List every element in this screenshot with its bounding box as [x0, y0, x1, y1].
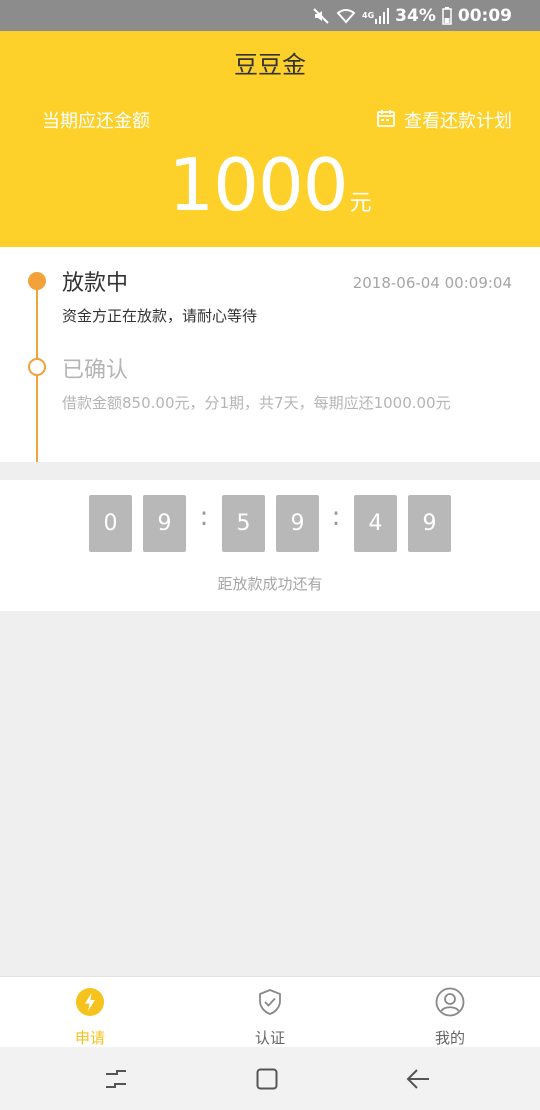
battery-icon: [442, 6, 452, 25]
clock: 00:09: [457, 5, 512, 26]
nav-tab-mine[interactable]: 我的: [360, 977, 540, 1048]
countdown-timer: 0 9 : 5 9 : 4 9 距放款成功还有: [0, 480, 540, 611]
home-icon[interactable]: [251, 1063, 283, 1095]
countdown-digit: 9: [143, 495, 186, 552]
recents-icon[interactable]: [100, 1063, 132, 1095]
shield-check-icon: [255, 987, 285, 1021]
bottom-nav: 申请 认证 我的: [0, 976, 540, 1048]
nav-tab-apply-label: 申请: [74, 1029, 105, 1047]
countdown-caption: 距放款成功还有: [217, 575, 323, 593]
step-disbursing-title: 放款中: [62, 271, 129, 296]
loan-status-timeline: 放款中 2018-06-04 00:09:04 资金方正在放款，请耐心等待 已确…: [0, 247, 540, 462]
due-amount: 1000元: [0, 143, 540, 227]
timeline-dot-active: [28, 272, 46, 290]
step-confirmed-title: 已确认: [62, 358, 129, 383]
status-bar: 4G 34% 00:09: [0, 0, 540, 31]
back-icon[interactable]: [402, 1063, 434, 1095]
countdown-separator: :: [331, 502, 341, 532]
countdown-digit: 4: [354, 495, 397, 552]
due-amount-unit: 元: [349, 191, 372, 216]
nav-tab-apply[interactable]: 申请: [0, 977, 180, 1048]
countdown-digit: 9: [408, 495, 451, 552]
system-nav-bar: [0, 1047, 540, 1110]
due-amount-value: 1000: [168, 143, 348, 227]
countdown-digit: 5: [222, 495, 265, 552]
repayment-header: 豆豆金 当期应还金额 查看还款计划 1000元: [0, 31, 540, 247]
due-amount-label: 当期应还金额: [42, 111, 150, 132]
countdown-digit: 0: [89, 495, 132, 552]
countdown-separator: :: [199, 502, 209, 532]
view-repayment-plan-label: 查看还款计划: [404, 111, 512, 132]
nav-tab-verify[interactable]: 认证: [180, 977, 360, 1048]
nav-tab-verify-label: 认证: [254, 1029, 285, 1047]
mute-icon: [312, 7, 330, 25]
step-disbursing-time: 2018-06-04 00:09:04: [352, 274, 512, 292]
page-title: 豆豆金: [234, 51, 306, 79]
timeline-dot-done: [28, 358, 46, 376]
network-type: 4G: [362, 11, 375, 20]
lightning-icon: [75, 987, 105, 1021]
battery-percent: 34%: [395, 5, 436, 26]
signal-icon: 4G: [362, 7, 390, 24]
calendar-icon: [376, 108, 396, 133]
view-repayment-plan-link[interactable]: 查看还款计划: [376, 107, 512, 133]
nav-tab-mine-label: 我的: [434, 1029, 465, 1047]
user-icon: [435, 987, 465, 1021]
countdown-digit: 9: [276, 495, 319, 552]
step-disbursing-desc: 资金方正在放款，请耐心等待: [62, 307, 258, 325]
wifi-icon: [336, 8, 356, 24]
step-confirmed-desc: 借款金额850.00元，分1期，共7天，每期应还1000.00元: [62, 394, 451, 412]
